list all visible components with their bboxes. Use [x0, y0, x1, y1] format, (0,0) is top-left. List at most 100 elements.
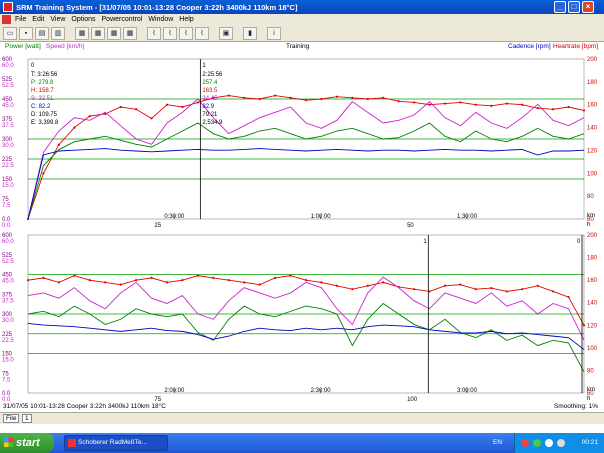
close-button[interactable]: × — [582, 1, 594, 13]
heartrate-tick-label: 180 — [587, 80, 598, 86]
heartrate-point — [413, 288, 416, 291]
series-line-watt — [27, 122, 585, 220]
cadence-legend: Cadence [rpm] — [508, 43, 551, 50]
tab-index-label: 1 — [25, 415, 29, 422]
language-indicator[interactable]: EN — [493, 439, 502, 446]
menu-edit[interactable]: Edit — [29, 16, 47, 23]
menu-options[interactable]: Options — [68, 16, 98, 23]
heartrate-point — [582, 109, 586, 112]
speed-tick-label: 22.5 — [2, 163, 14, 169]
speed-tick-label: 60.0 — [2, 239, 14, 245]
menu-view[interactable]: View — [47, 16, 68, 23]
cursor-readout: H: 158.7 — [31, 88, 54, 94]
tab-file[interactable]: File — [3, 414, 20, 423]
time-unit-label: h — [587, 396, 590, 402]
open-icon[interactable]: ▭ — [3, 26, 17, 40]
heartrate-point — [88, 279, 91, 282]
chart-4-icon[interactable]: ⌇ — [195, 26, 209, 40]
heartrate-point — [351, 96, 354, 99]
cursor-label: 1 — [202, 63, 206, 69]
bar-chart-icon[interactable]: ▮ — [243, 26, 257, 40]
heartrate-point — [567, 295, 570, 299]
heartrate-point — [135, 279, 138, 282]
speed-tick-label: 22.5 — [2, 338, 14, 344]
print-preview-icon[interactable]: ▥ — [51, 26, 65, 40]
heartrate-tick-label: 160 — [587, 103, 598, 109]
chart-panel-bottom[interactable]: 600 60.0 525 52.5 450 45.0 375 37.5 300 30.0 225 22… — [0, 229, 604, 403]
heartrate-point — [274, 276, 277, 279]
cursor-readout: 82.9 — [202, 104, 214, 110]
layout-1-icon[interactable]: ▦ — [75, 26, 89, 40]
heartrate-tick-label: 120 — [587, 148, 598, 154]
km-unit-label: km — [587, 387, 595, 393]
heartrate-point — [536, 284, 539, 287]
heartrate-point — [459, 101, 462, 104]
app-icon — [68, 439, 76, 447]
layout-3-icon[interactable]: ▦ — [107, 26, 121, 40]
chart-2-icon[interactable]: ⌇ — [163, 26, 177, 40]
window-titlebar[interactable]: SRM Training System - [31/07/05 10:01-13… — [0, 0, 604, 14]
chart-1-icon[interactable]: ⌇ — [147, 26, 161, 40]
heartrate-point — [335, 95, 338, 98]
start-button[interactable]: start — [0, 433, 54, 453]
heartrate-point — [382, 96, 385, 99]
heartrate-point — [150, 117, 153, 120]
heartrate-tick-label: 100 — [587, 346, 598, 352]
chart-svg[interactable]: 60060.052552.545045.037537.530030.022522… — [0, 229, 604, 403]
menu-help[interactable]: Help — [176, 16, 196, 23]
heartrate-point — [567, 105, 570, 109]
taskbar-task[interactable]: Schoberer RadMeßTe... — [64, 435, 168, 451]
tab-index[interactable]: 1 — [22, 414, 32, 423]
menu-powercontrol[interactable]: Powercontrol — [99, 16, 146, 23]
heartrate-point — [490, 104, 493, 107]
heartrate-point — [42, 276, 45, 279]
heartrate-tick-label: 140 — [587, 301, 598, 307]
info-icon[interactable]: i — [267, 26, 281, 40]
heartrate-point — [212, 276, 215, 279]
chart-3-icon[interactable]: ⌇ — [179, 26, 193, 40]
menu-window[interactable]: Window — [145, 16, 176, 23]
heartrate-tick-label: 200 — [587, 233, 598, 239]
cursor-readout: 2,534.9 — [202, 120, 223, 126]
maximize-button[interactable]: □ — [568, 1, 580, 13]
heartrate-tick-label: 100 — [587, 171, 598, 177]
cursor-readout: D: 109.75 — [31, 112, 58, 118]
heartrate-point — [227, 94, 230, 97]
print-icon[interactable]: ▤ — [35, 26, 49, 40]
speaker-icon[interactable] — [557, 439, 565, 447]
chart-panel-top[interactable]: 600 60.0 525 52.5 450 45.0 375 37.5 300 30.0 225 22… — [0, 53, 604, 229]
tray-icon[interactable] — [533, 439, 541, 447]
heartrate-point — [104, 281, 107, 284]
cursor-label: 0 — [577, 239, 581, 245]
menu-file[interactable]: File — [12, 16, 29, 23]
speed-legend: Speed [km/h] — [46, 43, 85, 50]
heartrate-point — [243, 281, 246, 284]
calculator-icon[interactable]: ▣ — [219, 26, 233, 40]
layout-2-icon[interactable]: ▦ — [91, 26, 105, 40]
heartrate-point — [258, 283, 261, 286]
start-label: start — [16, 437, 40, 449]
save-icon[interactable]: ▪ — [19, 26, 33, 40]
heartrate-tick-label: 180 — [587, 256, 598, 262]
heartrate-point — [536, 107, 539, 110]
heartrate-point — [443, 284, 447, 287]
tray-icon[interactable] — [521, 439, 529, 447]
app-icon — [3, 2, 13, 12]
document-icon[interactable] — [2, 15, 11, 24]
cursor-readout: 257.4 — [202, 80, 218, 86]
heartrate-point — [227, 279, 230, 282]
heartrate-point — [135, 108, 138, 111]
chart-svg[interactable]: 60060.052552.545045.037537.530030.022522… — [0, 53, 604, 229]
heartrate-point — [26, 279, 30, 282]
time-tick-label: 1:00:00 — [311, 214, 332, 220]
speed-tick-label: 37.5 — [2, 123, 14, 129]
training-title: Training — [286, 43, 310, 50]
layout-4-icon[interactable]: ▦ — [123, 26, 137, 40]
speed-tick-label: 45.0 — [2, 279, 14, 285]
heartrate-point — [505, 290, 508, 293]
tray-icon[interactable] — [545, 439, 553, 447]
cursor-readout: C: 82.2 — [31, 104, 51, 110]
heartrate-point — [552, 108, 555, 111]
minimize-button[interactable]: _ — [554, 1, 566, 13]
cursor-readout: 2:25:56 — [202, 72, 223, 78]
